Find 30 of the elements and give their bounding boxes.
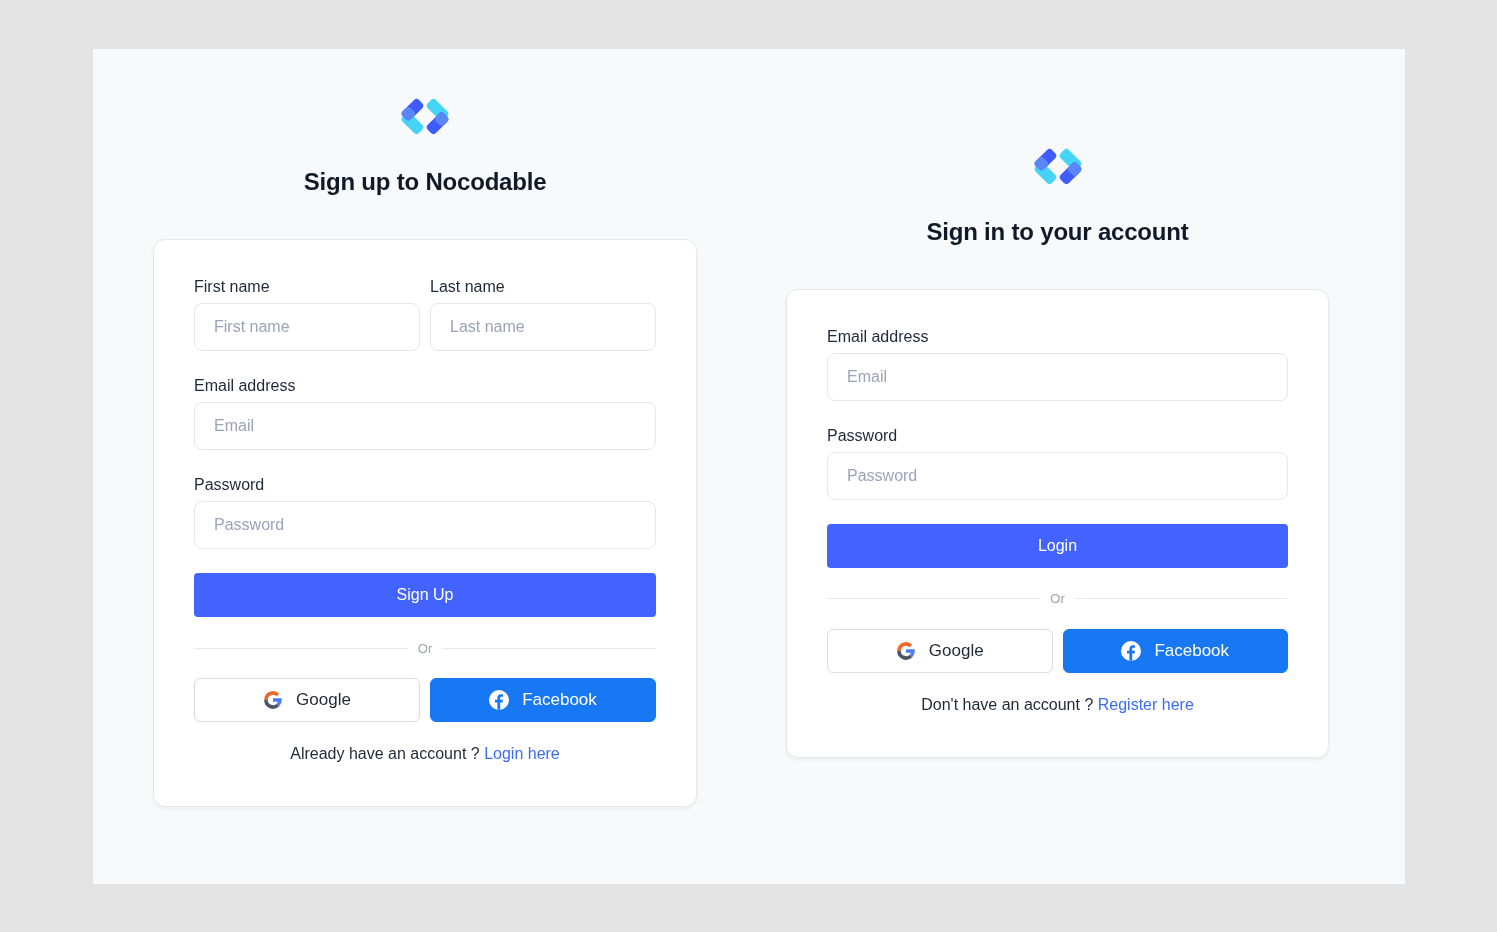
footer-text: Don't have an account ? Register here [921,694,1194,715]
field-label: First name [194,277,271,297]
field-label: Password [194,475,266,495]
input-field[interactable]: First name [194,303,420,351]
google-icon [263,690,284,710]
footer-link[interactable]: Register here [1097,695,1194,713]
divider-label: Or [417,640,433,656]
input-field[interactable]: Password [827,451,1288,500]
submit-button[interactable]: Login [827,523,1288,568]
input-field[interactable]: Password [194,501,656,549]
facebook-icon [1121,640,1142,661]
field-label: Password [827,425,899,446]
input-field[interactable]: Email [194,402,656,450]
input-field[interactable]: Email [827,352,1288,401]
facebook-button[interactable]: Facebook [430,678,656,722]
footer-text: Already have an account ? Login here [290,744,560,764]
submit-button[interactable]: Sign Up [194,573,656,617]
divider-label: Or [1050,591,1065,606]
field-label: Email address [194,376,297,396]
facebook-button[interactable]: Facebook [1062,628,1288,673]
form-title: Sign in to your account [926,216,1189,247]
form-title: Sign up to Nocodable [303,167,547,197]
facebook-icon [489,690,510,710]
google-button[interactable]: Google [827,628,1053,673]
google-icon [895,640,916,661]
field-label: Last name [430,277,506,297]
google-button[interactable]: Google [194,678,420,722]
footer-link[interactable]: Login here [484,745,560,762]
field-label: Email address [827,326,930,347]
input-field[interactable]: Last name [430,303,656,351]
